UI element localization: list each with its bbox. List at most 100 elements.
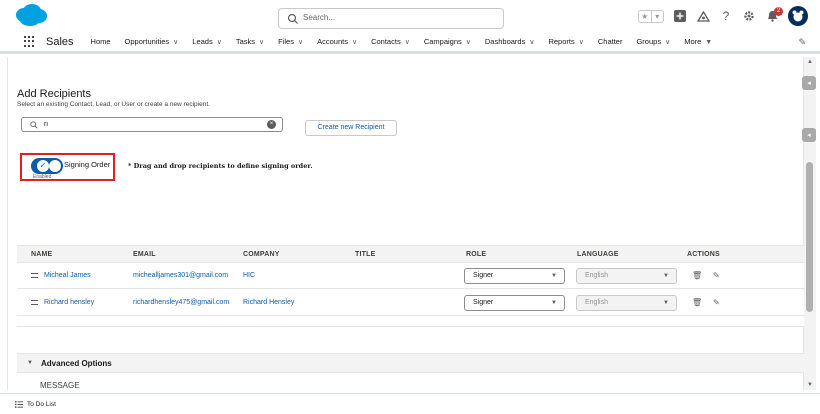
chevron-down-icon[interactable]: ∨	[298, 39, 303, 46]
add-recipients-title: Add Recipients	[17, 88, 91, 100]
scroll-up-icon[interactable]: ▲	[807, 59, 813, 65]
app-launcher-icon[interactable]	[24, 35, 36, 48]
caret-down-icon: ▼	[551, 300, 557, 306]
clear-search-icon[interactable]: ×	[267, 120, 276, 129]
scrollbar-thumb[interactable]	[806, 162, 813, 312]
search-icon	[287, 13, 298, 24]
toggle-knob	[49, 160, 61, 172]
chevron-down-icon[interactable]: ∨	[529, 39, 534, 46]
delete-trash-icon[interactable]: 🗑	[692, 298, 702, 307]
delete-trash-icon[interactable]: 🗑	[692, 271, 702, 280]
drag-drop-note: * Drag and drop recipients to define sig…	[128, 162, 313, 170]
global-header: Search... ★ ▾ ? 2	[0, 0, 820, 32]
chevron-down-icon[interactable]: ∨	[665, 39, 670, 46]
todo-list-label[interactable]: To Do List	[27, 401, 56, 408]
chevron-down-icon[interactable]: ∨	[579, 39, 584, 46]
create-new-recipient-button[interactable]: Create new Recipient	[305, 120, 397, 136]
check-icon: ✓	[37, 160, 49, 172]
recipient-company-link[interactable]: Richard Hensley	[243, 299, 294, 306]
scroll-down-icon[interactable]: ▼	[807, 382, 813, 388]
advanced-options-label: Advanced Options	[41, 359, 112, 368]
notifications-bell-icon[interactable]: 2	[765, 7, 783, 23]
user-avatar-icon[interactable]	[788, 6, 808, 26]
nav-item-campaigns[interactable]: Campaigns ∨	[424, 37, 471, 46]
nav-item-chatter[interactable]: Chatter	[598, 37, 623, 46]
setup-gear-icon[interactable]	[742, 9, 756, 23]
nav-item-contacts[interactable]: Contacts ∨	[371, 37, 410, 46]
recipient-search-input-box[interactable]: ×	[21, 117, 283, 132]
caret-down-icon: ▼	[551, 273, 557, 279]
nav-item-opportunities[interactable]: Opportunities ∨	[125, 37, 179, 46]
chevron-down-icon[interactable]: ∨	[352, 39, 357, 46]
role-select[interactable]: Signer ▼	[464, 268, 565, 284]
nav-item-dashboards[interactable]: Dashboards ∨	[485, 37, 535, 46]
add-recipients-subtitle: Select an existing Contact, Lead, or Use…	[17, 101, 210, 108]
signing-order-label: Signing Order	[64, 160, 111, 169]
notification-count-badge: 2	[774, 7, 783, 16]
caret-down-icon: ▼	[663, 300, 669, 306]
role-select[interactable]: Signer ▼	[464, 295, 565, 311]
trailhead-icon[interactable]	[696, 9, 710, 23]
recipient-search-input[interactable]	[44, 119, 264, 130]
utility-bar: To Do List	[0, 393, 820, 414]
language-select: English ▼	[576, 295, 677, 311]
drag-handle-icon[interactable]	[31, 273, 38, 278]
app-navigation-bar: Sales Home Opportunities ∨ Leads ∨ Tasks ∨ …	[0, 32, 820, 54]
side-panel-tab-icon[interactable]: ◂	[802, 128, 816, 142]
column-header-language: LANGUAGE	[577, 251, 619, 258]
page-scrollbar[interactable]: ▲ ▼	[804, 57, 816, 390]
nav-item-home[interactable]: Home	[91, 37, 111, 46]
favorites-star-icon[interactable]: ★	[639, 11, 651, 22]
chevron-down-icon[interactable]: ∨	[405, 39, 410, 46]
signing-order-state: Enabled	[33, 174, 52, 180]
recipient-email: richardhensley475@gmail.com	[133, 299, 230, 306]
column-header-role: ROLE	[466, 251, 487, 258]
recipients-table-header: NAME EMAIL COMPANY TITLE ROLE LANGUAGE A…	[17, 245, 804, 263]
nav-item-reports[interactable]: Reports ∨	[548, 37, 583, 46]
global-actions-icon[interactable]	[673, 9, 687, 23]
header-icons: ★ ▾ ? 2	[638, 4, 808, 28]
edit-pencil-icon[interactable]: ✎	[713, 271, 720, 280]
app-name: Sales	[46, 35, 74, 48]
favorites-list-icon[interactable]: ▾	[650, 10, 664, 22]
collapse-triangle-icon[interactable]: ▼	[27, 360, 33, 366]
nav-item-more[interactable]: More ▼	[684, 37, 712, 46]
side-panel-tab-icon[interactable]: ◂	[802, 76, 816, 90]
message-label: MESSAGE	[40, 381, 80, 390]
language-select: English ▼	[576, 268, 677, 284]
nav-item-leads[interactable]: Leads ∨	[192, 37, 222, 46]
chevron-down-icon[interactable]: ∨	[173, 39, 178, 46]
column-header-email: EMAIL	[133, 251, 156, 258]
column-header-actions: ACTIONS	[687, 251, 720, 258]
favorites-button[interactable]: ★ ▾	[638, 9, 664, 23]
global-search-box[interactable]: Search...	[278, 8, 504, 29]
chevron-down-icon[interactable]: ∨	[259, 39, 264, 46]
recipient-email: michealljames301@gmail.com	[133, 272, 229, 279]
recipient-name-link[interactable]: Richard hensley	[44, 299, 94, 306]
recipient-company-link[interactable]: HIC	[243, 272, 255, 279]
nav-item-accounts[interactable]: Accounts ∨	[317, 37, 357, 46]
caret-down-icon[interactable]: ▼	[705, 39, 712, 46]
nav-item-files[interactable]: Files ∨	[278, 37, 303, 46]
help-icon[interactable]: ?	[719, 9, 733, 23]
recipient-name-link[interactable]: Micheal James	[44, 272, 91, 279]
drag-handle-icon[interactable]	[31, 300, 38, 305]
nav-item-tasks[interactable]: Tasks ∨	[236, 37, 264, 46]
column-header-title: TITLE	[355, 251, 376, 258]
caret-down-icon: ▼	[663, 273, 669, 279]
table-row[interactable]: Micheal James michealljames301@gmail.com…	[17, 263, 804, 289]
column-header-name: NAME	[31, 251, 53, 258]
edit-nav-pencil-icon[interactable]: ✎	[798, 37, 806, 48]
table-row[interactable]: Richard hensley richardhensley475@gmail.…	[17, 290, 804, 316]
column-header-company: COMPANY	[243, 251, 280, 258]
chevron-down-icon[interactable]: ∨	[466, 39, 471, 46]
salesforce-logo-icon[interactable]	[14, 3, 48, 28]
chevron-down-icon[interactable]: ∨	[217, 39, 222, 46]
edit-pencil-icon[interactable]: ✎	[713, 298, 720, 307]
advanced-options-section[interactable]: ▼ Advanced Options	[17, 353, 804, 373]
nav-item-groups[interactable]: Groups ∨	[636, 37, 670, 46]
search-placeholder: Search...	[303, 13, 336, 22]
search-icon	[30, 121, 38, 129]
todo-list-icon[interactable]	[15, 401, 23, 408]
signing-order-toggle[interactable]: ✓	[31, 158, 63, 174]
